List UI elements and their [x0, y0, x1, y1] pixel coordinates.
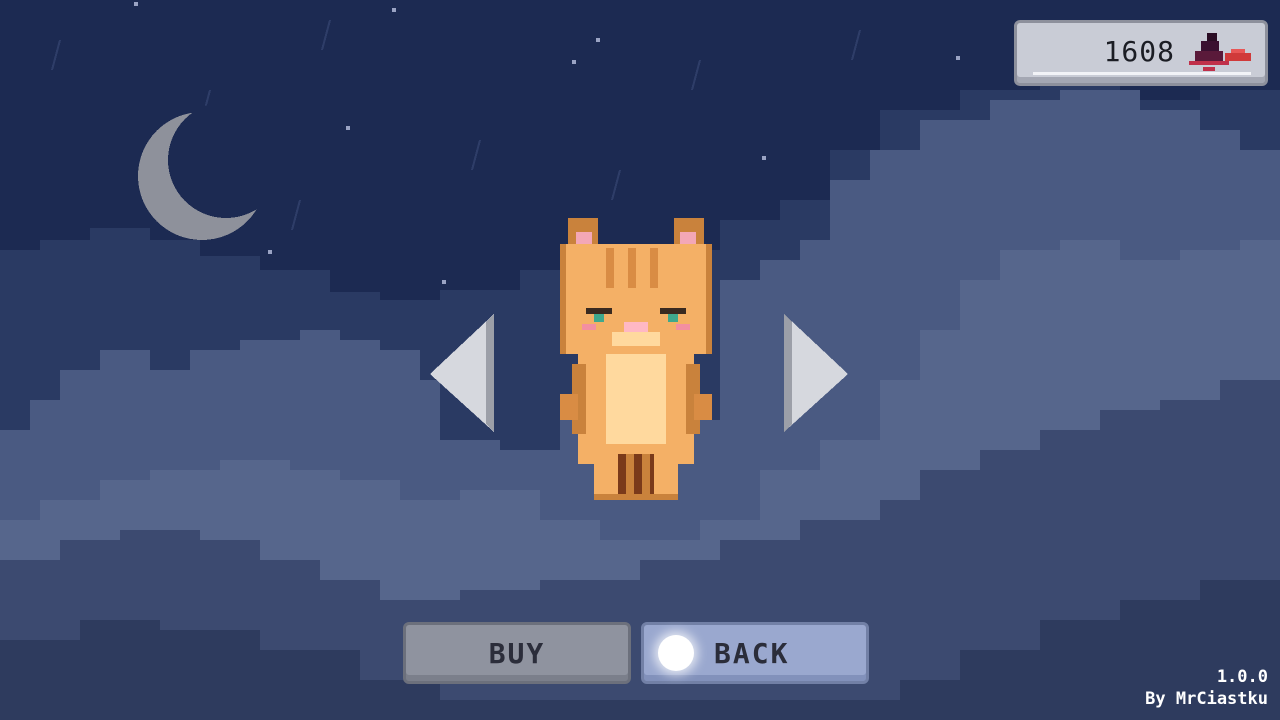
- cat-skin-preview: [560, 218, 712, 500]
- buy-button-label: BUY: [488, 637, 546, 670]
- prev-skin-button[interactable]: [428, 312, 496, 434]
- currency-underline: [1033, 72, 1251, 75]
- triangle-left-icon: [430, 314, 494, 432]
- author-credit: By MrCiastku: [1145, 689, 1268, 709]
- next-skin-button[interactable]: [782, 312, 850, 434]
- buy-button[interactable]: BUY: [403, 622, 631, 684]
- triangle-right-icon: [784, 314, 848, 432]
- currency-panel: 1608: [1014, 20, 1268, 86]
- version-number: 1.0.0: [1216, 667, 1268, 687]
- version-info: 1.0.0 By MrCiastku: [1145, 666, 1268, 710]
- witch-hat-shoe-icon: [1189, 33, 1251, 71]
- back-button[interactable]: BACK: [641, 622, 869, 684]
- currency-amount: 1608: [1103, 35, 1175, 68]
- back-button-label: BACK: [714, 637, 790, 670]
- cursor-indicator-icon: [658, 635, 694, 671]
